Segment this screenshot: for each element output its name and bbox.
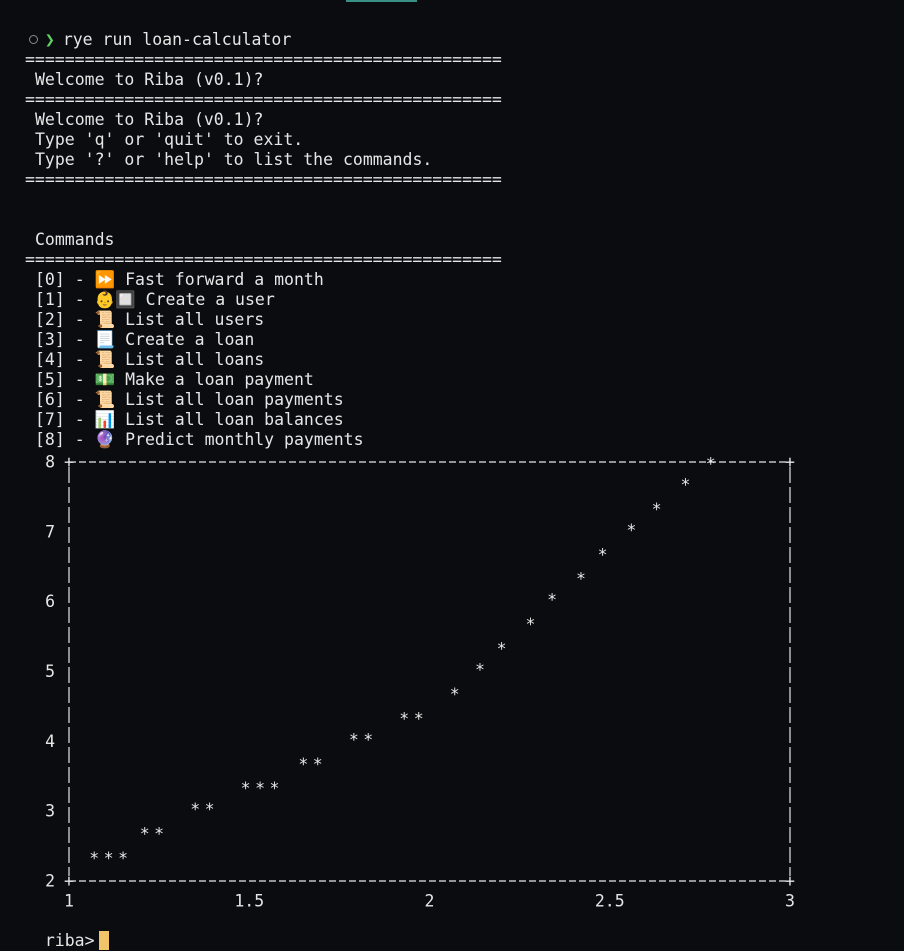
y-tick-label: 6 — [45, 592, 55, 611]
x-tick-label: 3 — [785, 892, 795, 911]
command-label: Create a loan — [125, 330, 255, 349]
command-index: [3] — [35, 330, 65, 349]
command-text: rye run loan-calculator — [62, 30, 292, 49]
y-tick-label: 4 — [45, 732, 55, 751]
command-item: [6] - 📜 List all loan payments — [35, 390, 344, 409]
data-point: * — [414, 709, 424, 728]
payment-plot: + ++ +23456781 1.5 2 2.5 3* * ** ** ** * ** ** ** *****… — [45, 453, 795, 911]
text-cursor — [98, 931, 109, 950]
scroll-icon: 📜 — [94, 350, 116, 369]
command-item: [0] - ⏩ Fast forward a month — [35, 270, 324, 289]
y-tick-label: 7 — [45, 522, 55, 541]
data-point: * — [497, 640, 507, 659]
prompt-label: riba> — [44, 931, 95, 950]
banner-welcome: Welcome to Riba (v0.1)? — [35, 110, 264, 129]
data-point: * — [598, 545, 608, 564]
bar-chart-icon: 📊 — [94, 410, 116, 429]
command-index: [6] — [35, 390, 65, 409]
command-item: [2] - 📜 List all users — [35, 310, 265, 329]
plot-corner: + — [785, 453, 795, 472]
command-item: [1] - 👶🔲 Create a user — [35, 290, 275, 309]
prompt-chevron-icon: ❯ — [44, 30, 55, 49]
data-point: * — [118, 849, 128, 868]
dollar-banknote-icon: 💵 — [94, 370, 116, 389]
x-tick-label: 2 — [425, 892, 435, 911]
data-point: * — [205, 800, 215, 819]
y-tick-label: 8 — [45, 453, 55, 472]
data-point: * — [652, 500, 662, 519]
data-point: * — [255, 779, 265, 798]
command-label: Create a user — [145, 290, 275, 309]
command-label: Predict monthly payments — [125, 430, 364, 449]
command-index: [7] — [35, 410, 65, 429]
scroll-icon: 📜 — [94, 390, 116, 409]
page-icon: 📃 — [94, 330, 116, 349]
x-tick-label: 1.5 — [234, 892, 264, 911]
data-point: * — [104, 849, 114, 868]
data-point: * — [140, 825, 150, 844]
banner-rule-top: ========================================… — [25, 50, 502, 69]
banner-help-hint: Type '?' or 'help' to list the commands. — [35, 150, 433, 169]
data-point: * — [626, 521, 636, 540]
command-index: [4] — [35, 350, 65, 369]
data-point: * — [450, 685, 460, 704]
data-point: * — [313, 755, 323, 774]
crystal-ball-icon: 🔮 — [94, 430, 116, 449]
data-point: * — [547, 591, 557, 610]
command-label: List all loans — [125, 350, 265, 369]
data-point: * — [706, 455, 716, 474]
command-label: List all users — [125, 310, 265, 329]
data-point: * — [241, 779, 251, 798]
banner-rule-bottom: ========================================… — [25, 170, 502, 189]
command-label: List all loan payments — [125, 390, 344, 409]
status-dot-icon — [28, 35, 38, 44]
command-index: [0] — [35, 270, 65, 289]
x-tick-label: 2.5 — [595, 892, 625, 911]
banner-exit-hint: Type 'q' or 'quit' to exit. — [35, 130, 304, 149]
baby-computer-icon: 👶🔲 — [94, 290, 136, 309]
command-index: [5] — [35, 370, 65, 389]
command-label: List all loan balances — [125, 410, 344, 429]
command-item: [8] - 🔮 Predict monthly payments — [35, 430, 364, 449]
command-line: ❯ rye run loan-calculator — [0, 10, 291, 49]
data-point: * — [680, 475, 690, 494]
plot-corner: + — [64, 453, 74, 472]
commands-rule: ========================================… — [25, 250, 502, 269]
command-item: [3] - 📃 Create a loan — [35, 330, 255, 349]
command-index: [2] — [35, 310, 65, 329]
command-item: [4] - 📜 List all loans — [35, 350, 265, 369]
banner-rule-middle: ========================================… — [25, 90, 502, 109]
data-point: * — [576, 570, 586, 589]
y-tick-label: 5 — [45, 662, 55, 681]
data-point: * — [399, 709, 409, 728]
fast-forward-icon: ⏩ — [94, 270, 116, 289]
title-tab-underline — [346, 0, 417, 2]
data-point: * — [349, 730, 359, 749]
x-tick-label: 1 — [64, 892, 74, 911]
input-prompt[interactable]: riba> — [25, 911, 109, 950]
scroll-icon: 📜 — [94, 310, 116, 329]
command-label: Make a loan payment — [125, 370, 314, 389]
command-index: [8] — [35, 430, 65, 449]
data-point: * — [190, 800, 200, 819]
data-point: * — [475, 661, 485, 680]
plot-corner: + — [64, 872, 74, 891]
command-item: [7] - 📊 List all loan balances — [35, 410, 344, 429]
command-item: [5] - 💵 Make a loan payment — [35, 370, 314, 389]
command-index: [1] — [35, 290, 65, 309]
data-point: * — [525, 615, 535, 634]
data-point: * — [270, 779, 280, 798]
command-label: Fast forward a month — [125, 270, 324, 289]
plot-corner: + — [785, 872, 795, 891]
data-point: * — [89, 849, 99, 868]
data-point: * — [298, 755, 308, 774]
data-point: * — [363, 730, 373, 749]
data-point: * — [154, 825, 164, 844]
y-tick-label: 3 — [45, 802, 55, 821]
commands-heading: Commands — [35, 230, 115, 249]
banner-title: Welcome to Riba (v0.1)? — [35, 70, 264, 89]
y-tick-label: 2 — [45, 872, 55, 891]
